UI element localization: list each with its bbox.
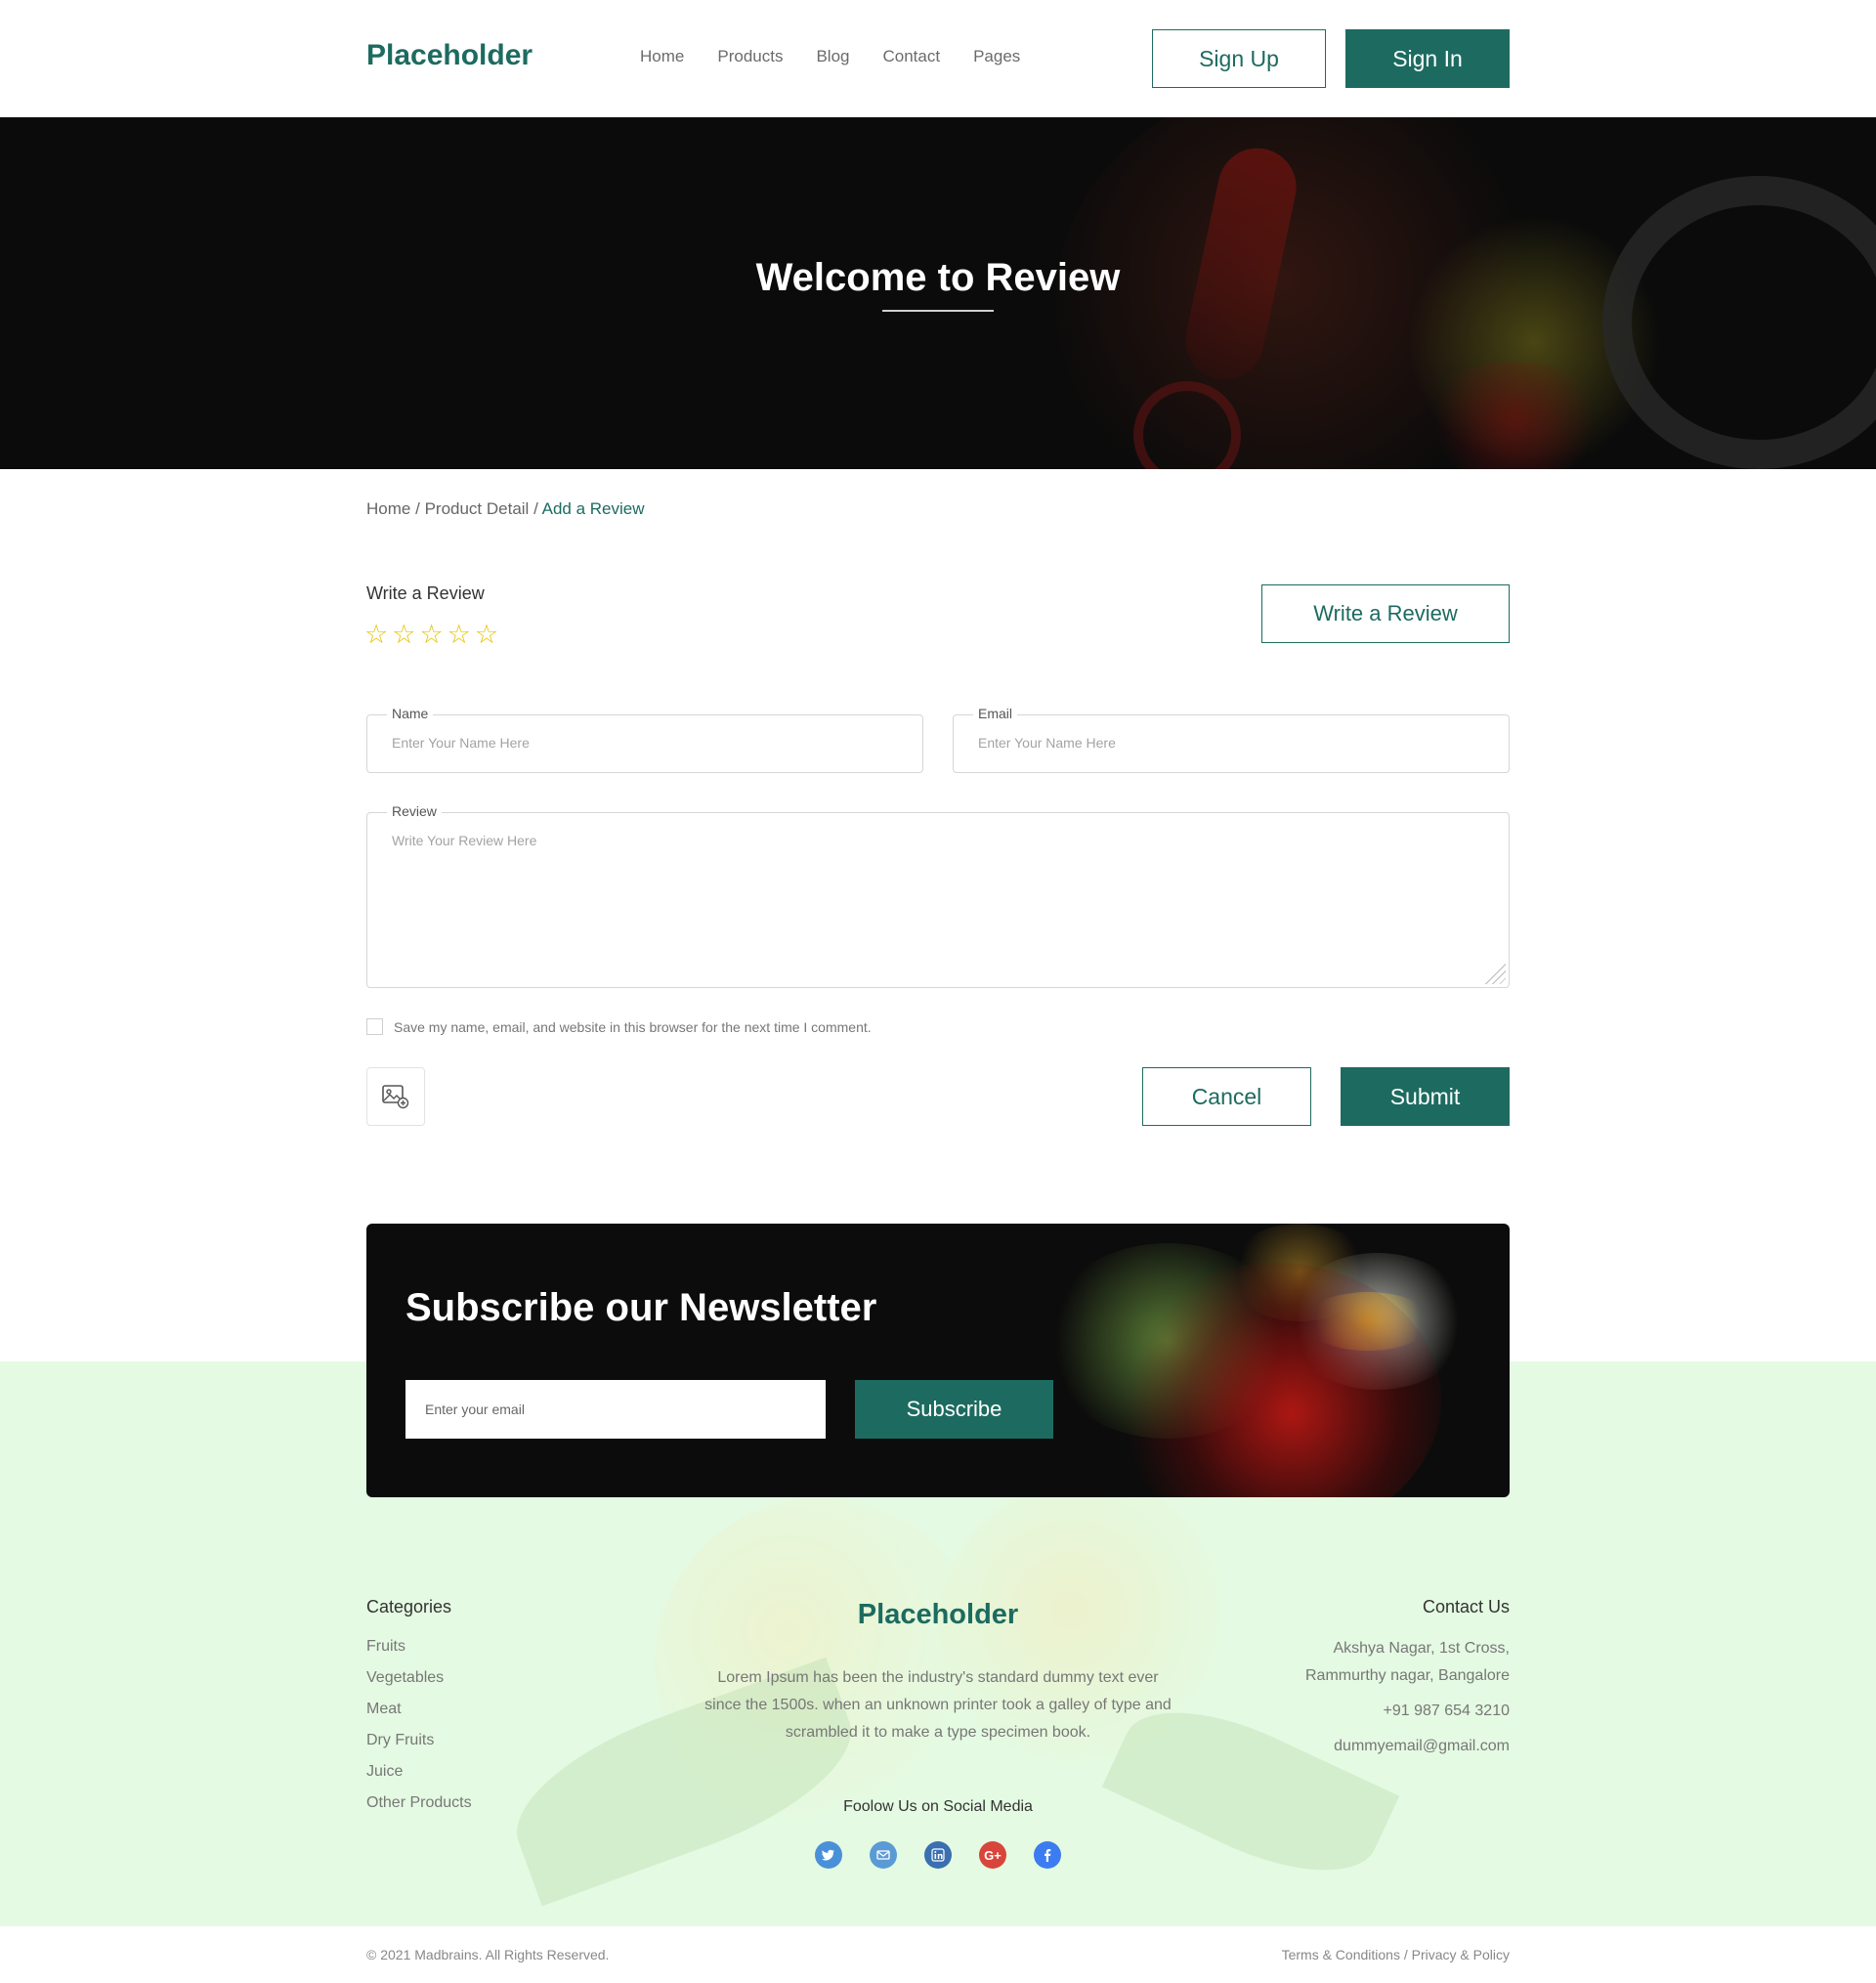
sign-in-button[interactable]: Sign In xyxy=(1345,29,1510,88)
email-field[interactable]: Email xyxy=(953,706,1510,773)
category-link[interactable]: Dry Fruits xyxy=(366,1730,472,1761)
category-link[interactable]: Fruits xyxy=(366,1636,472,1667)
nav-blog[interactable]: Blog xyxy=(816,47,849,66)
privacy-link[interactable]: Privacy & Policy xyxy=(1412,1947,1510,1962)
nav-contact[interactable]: Contact xyxy=(882,47,940,66)
nav-products[interactable]: Products xyxy=(717,47,783,66)
category-link[interactable]: Juice xyxy=(366,1761,472,1792)
hero-pan-image xyxy=(1602,176,1876,469)
newsletter-email-input[interactable] xyxy=(405,1380,826,1439)
breadcrumb-current: Add a Review xyxy=(541,499,645,518)
phone-number[interactable]: +91 987 654 3210 xyxy=(1305,1698,1510,1725)
email-input[interactable] xyxy=(978,735,1478,751)
newsletter-title: Subscribe our Newsletter xyxy=(405,1286,877,1329)
legal-links: Terms & Conditions / Privacy & Policy xyxy=(1282,1947,1510,1962)
review-textarea[interactable] xyxy=(392,833,1442,930)
hero-title-underline xyxy=(882,310,994,312)
review-section-title: Write a Review xyxy=(366,583,485,603)
social-links: G+ xyxy=(815,1841,1061,1869)
copyright-text: © 2021 Madbrains. All Rights Reserved. xyxy=(366,1947,610,1962)
star-icon[interactable]: ☆ xyxy=(475,622,498,648)
twitter-icon[interactable] xyxy=(815,1841,842,1869)
terms-link[interactable]: Terms & Conditions xyxy=(1282,1947,1400,1962)
address-line: Akshya Nagar, 1st Cross, xyxy=(1333,1640,1510,1657)
star-icon[interactable]: ☆ xyxy=(448,622,471,648)
star-rating[interactable]: ☆ ☆ ☆ ☆ ☆ xyxy=(364,622,498,648)
save-info-row[interactable]: Save my name, email, and website in this… xyxy=(366,1018,872,1035)
hero-title: Welcome to Review xyxy=(755,256,1121,299)
star-icon[interactable]: ☆ xyxy=(364,622,388,648)
hero-banner: Welcome to Review xyxy=(0,117,1876,469)
breadcrumb-product-detail[interactable]: Product Detail xyxy=(425,499,530,518)
facebook-icon[interactable] xyxy=(1034,1841,1061,1869)
bottom-bar xyxy=(0,1926,1876,1983)
breadcrumb: Home / Product Detail / Add a Review xyxy=(366,499,645,519)
contact-email[interactable]: dummyemail@gmail.com xyxy=(1305,1733,1510,1760)
breadcrumb-separator: / xyxy=(415,499,420,518)
google-plus-icon[interactable]: G+ xyxy=(979,1841,1006,1869)
save-info-checkbox[interactable] xyxy=(366,1018,383,1035)
cancel-button[interactable]: Cancel xyxy=(1142,1067,1311,1126)
name-label: Name xyxy=(387,706,434,721)
star-icon[interactable]: ☆ xyxy=(392,622,415,648)
linkedin-icon[interactable] xyxy=(924,1841,952,1869)
breadcrumb-home[interactable]: Home xyxy=(366,499,410,518)
footer-logo[interactable]: Placeholder xyxy=(0,1599,1876,1631)
image-upload-icon xyxy=(382,1085,409,1109)
breadcrumb-separator: / xyxy=(533,499,538,518)
submit-button[interactable]: Submit xyxy=(1341,1067,1510,1126)
contact-title: Contact Us xyxy=(1422,1597,1510,1617)
star-icon[interactable]: ☆ xyxy=(419,622,443,648)
newsletter-card: Subscribe our Newsletter Subscribe xyxy=(366,1224,1510,1497)
sign-up-button[interactable]: Sign Up xyxy=(1152,29,1326,88)
mail-icon[interactable] xyxy=(870,1841,897,1869)
site-logo[interactable]: Placeholder xyxy=(366,39,533,72)
main-nav: Home Products Blog Contact Pages xyxy=(640,47,1020,66)
nav-pages[interactable]: Pages xyxy=(973,47,1020,66)
review-label: Review xyxy=(387,803,442,819)
save-info-label: Save my name, email, and website in this… xyxy=(394,1018,872,1035)
footer-about-text: Lorem Ipsum has been the industry's stan… xyxy=(704,1669,1172,1741)
nav-home[interactable]: Home xyxy=(640,47,684,66)
upload-image-button[interactable] xyxy=(366,1067,425,1126)
review-field[interactable]: Review xyxy=(366,803,1510,988)
follow-label: Foolow Us on Social Media xyxy=(843,1798,1033,1815)
site-header: Placeholder Home Products Blog Contact P… xyxy=(0,0,1876,117)
subscribe-button[interactable]: Subscribe xyxy=(855,1380,1053,1439)
address-line: Rammurthy nagar, Bangalore xyxy=(1305,1667,1510,1684)
contact-info: Akshya Nagar, 1st Cross, Rammurthy nagar… xyxy=(1305,1635,1510,1760)
legal-separator: / xyxy=(1403,1947,1408,1962)
category-link[interactable]: Vegetables xyxy=(366,1667,472,1699)
resize-handle[interactable] xyxy=(1482,961,1506,984)
name-field[interactable]: Name xyxy=(366,706,923,773)
categories-list: Fruits Vegetables Meat Dry Fruits Juice … xyxy=(366,1636,472,1824)
hero-tomato-image xyxy=(1417,362,1612,469)
email-label: Email xyxy=(973,706,1018,721)
write-review-button[interactable]: Write a Review xyxy=(1261,584,1510,643)
category-link[interactable]: Meat xyxy=(366,1699,472,1730)
name-input[interactable] xyxy=(392,735,892,751)
